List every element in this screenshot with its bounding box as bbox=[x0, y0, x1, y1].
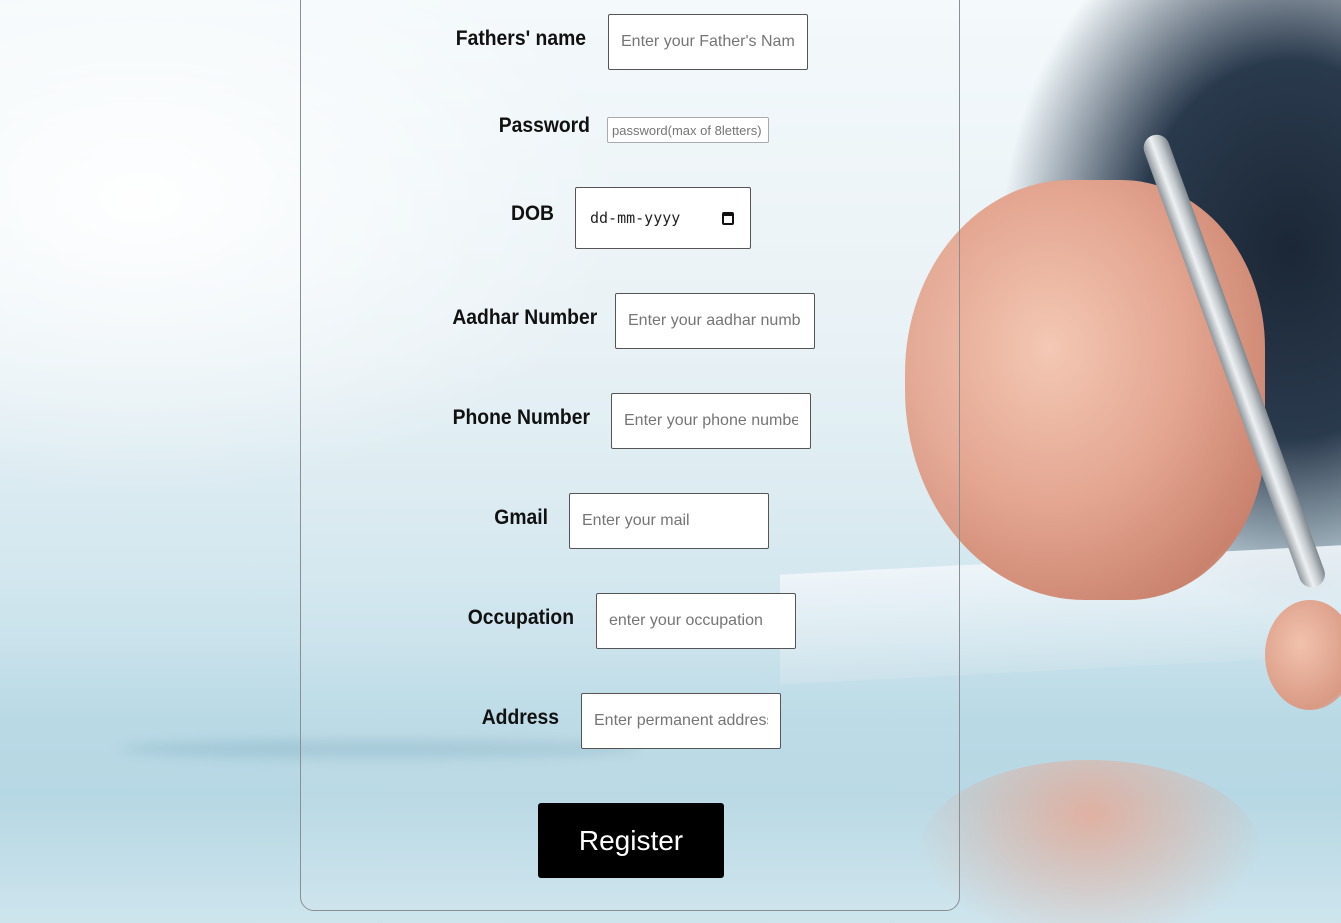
phone-number-row: Phone Number bbox=[440, 393, 811, 449]
aadhar-number-label: Aadhar Number bbox=[452, 306, 598, 329]
occupation-row: Occupation bbox=[440, 593, 796, 649]
fathers-name-row: Fathers' name bbox=[440, 14, 808, 70]
occupation-label: Occupation bbox=[467, 606, 574, 629]
password-row: Password bbox=[440, 114, 769, 143]
phone-number-label: Phone Number bbox=[452, 406, 590, 429]
address-row: Address bbox=[440, 693, 781, 749]
register-button[interactable]: Register bbox=[538, 803, 724, 878]
aadhar-number-row: Aadhar Number bbox=[440, 293, 815, 349]
gmail-input[interactable] bbox=[569, 493, 769, 549]
occupation-input[interactable] bbox=[596, 593, 796, 649]
calendar-icon[interactable] bbox=[722, 211, 734, 225]
fathers-name-label: Fathers' name bbox=[455, 27, 586, 50]
dob-label: DOB bbox=[511, 202, 554, 225]
gmail-row: Gmail bbox=[440, 493, 769, 549]
address-input[interactable] bbox=[581, 693, 781, 749]
gmail-label: Gmail bbox=[494, 506, 548, 529]
dob-date-input[interactable]: dd-mm-yyyy bbox=[575, 187, 751, 249]
phone-number-input[interactable] bbox=[611, 393, 811, 449]
dob-date-value: dd-mm-yyyy bbox=[590, 209, 681, 227]
password-label: Password bbox=[498, 114, 590, 137]
password-input[interactable] bbox=[607, 117, 769, 143]
aadhar-number-input[interactable] bbox=[615, 293, 815, 349]
address-label: Address bbox=[481, 706, 559, 729]
dob-row: DOB dd-mm-yyyy bbox=[440, 187, 751, 249]
fathers-name-input[interactable] bbox=[608, 14, 808, 70]
